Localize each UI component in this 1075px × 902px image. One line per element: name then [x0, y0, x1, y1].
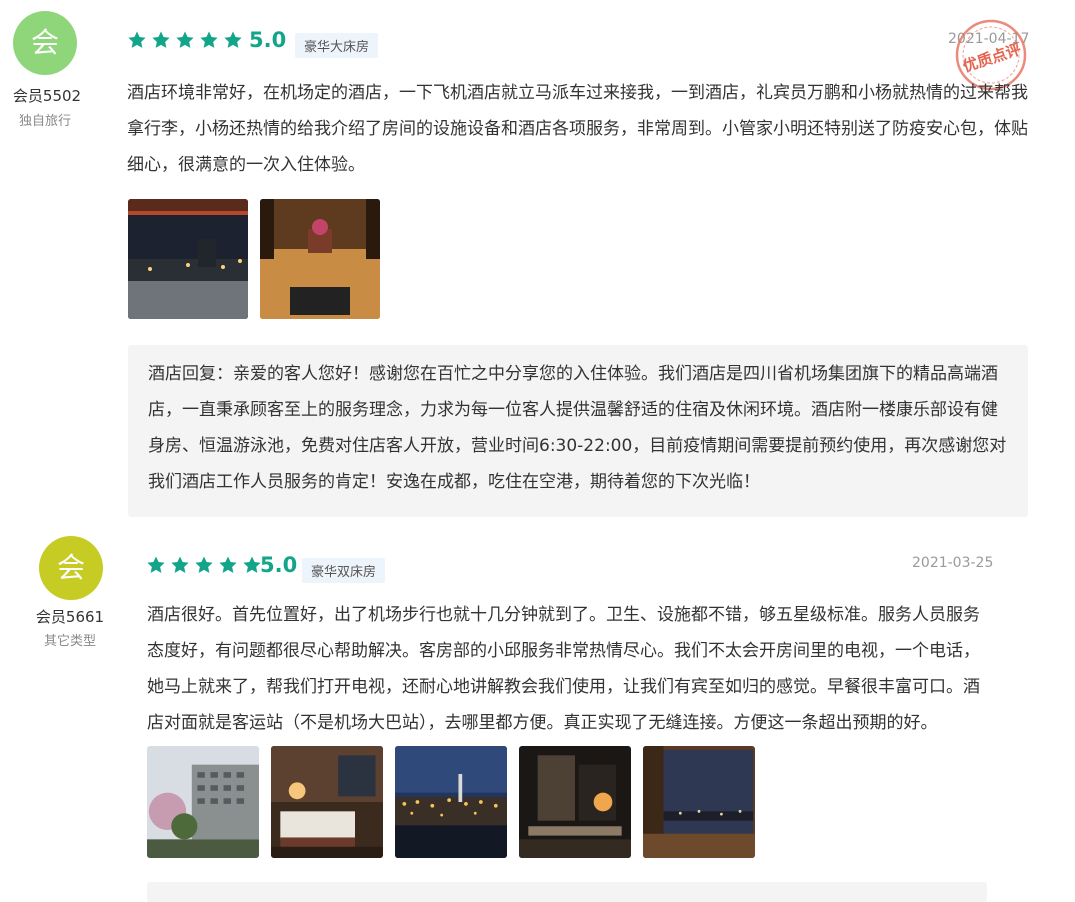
review-text: 酒店很好。首先位置好，出了机场步行也就十几分钟就到了。卫生、设施都不错，够五星级… [147, 605, 980, 733]
star-icon [175, 30, 195, 50]
rating-score: 5.0 [260, 553, 298, 577]
star-icon [146, 555, 166, 575]
member-name: 会员5502 [12, 87, 82, 105]
star-icon [218, 555, 238, 575]
star-icon [151, 30, 171, 50]
review-card: 会 会员5661 其它类型 5.0 豪华双床房 2021-03-25 酒店很好。… [0, 525, 1075, 902]
star-icon [199, 30, 219, 50]
avatar[interactable]: 会 [39, 536, 103, 600]
window-view-photo[interactable] [643, 746, 755, 858]
star-icon [194, 555, 214, 575]
room-type-tag: 豪华大床房 [295, 33, 379, 58]
hotel-reply [147, 882, 987, 902]
bathroom-photo[interactable] [519, 746, 631, 858]
star-icon [170, 555, 190, 575]
trip-type: 其它类型 [43, 634, 96, 649]
avatar[interactable]: 会 [13, 11, 77, 75]
rating-score: 5.0 [249, 28, 287, 52]
rating-stars [146, 555, 266, 575]
rating-stars [127, 30, 247, 50]
review-text: 酒店环境非常好，在机场定的酒店，一下飞机酒店就立马派车过来接我，一到酒店，礼宾员… [127, 83, 1028, 175]
night-courtyard-photo[interactable] [128, 199, 248, 319]
review-date: 2021-03-25 [912, 555, 994, 571]
star-icon [242, 555, 262, 575]
star-icon [223, 30, 243, 50]
member-name: 会员5661 [35, 608, 105, 626]
hotel-reply: 酒店回复：亲爱的客人您好！感谢您在百忙之中分享您的入住体验。我们酒店是四川省机场… [128, 345, 1028, 517]
room-type-tag: 豪华双床房 [302, 558, 386, 583]
star-icon [127, 30, 147, 50]
review-card: 会 会员5502 独自旅行 5.0 豪华大床房 2021-04-17 优质点评 … [0, 0, 1075, 525]
hotel-lobby-photo[interactable] [260, 199, 380, 319]
night-airport-photo[interactable] [395, 746, 507, 858]
guest-room-photo[interactable] [271, 746, 383, 858]
hotel-exterior-photo[interactable] [147, 746, 259, 858]
trip-type: 独自旅行 [18, 114, 71, 129]
